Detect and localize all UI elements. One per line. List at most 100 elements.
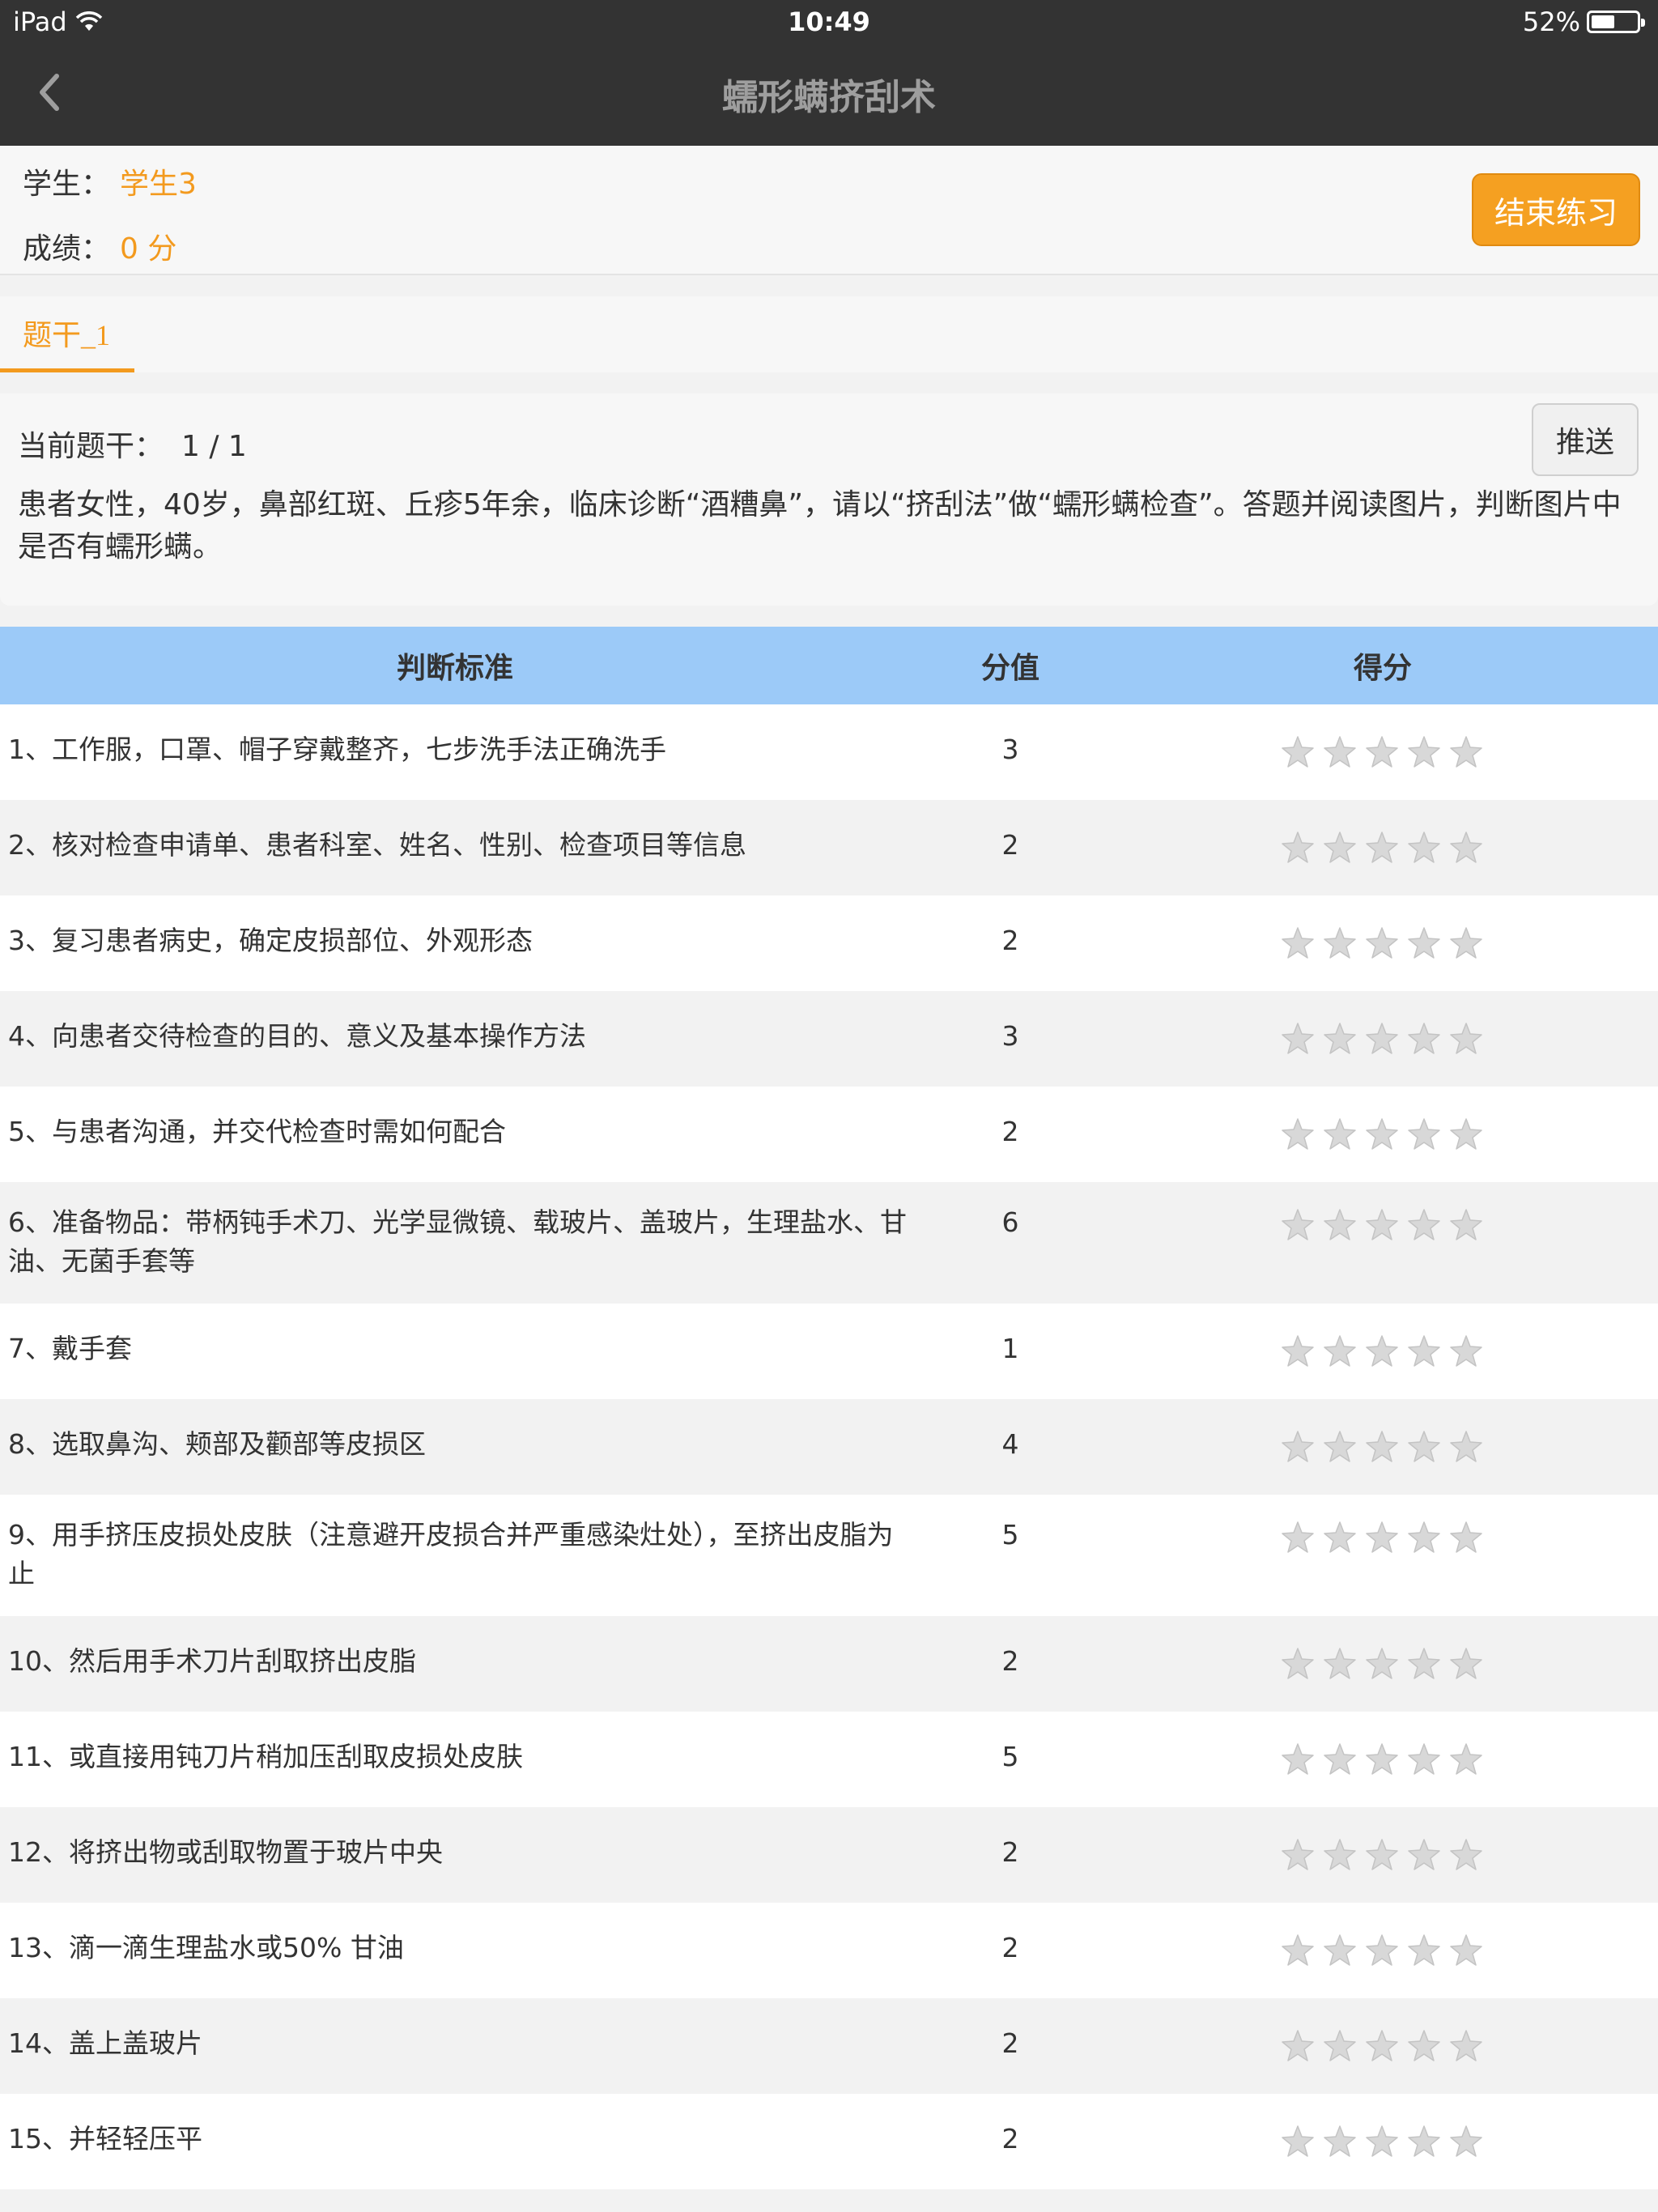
star-icon[interactable] xyxy=(1449,735,1483,769)
star-icon[interactable] xyxy=(1323,831,1357,865)
star-rating[interactable] xyxy=(1281,1933,1483,1967)
star-rating[interactable] xyxy=(1281,2029,1483,2063)
score-value: 2 xyxy=(1001,829,1019,861)
star-icon[interactable] xyxy=(1449,1742,1483,1776)
star-icon[interactable] xyxy=(1365,2029,1399,2063)
star-icon[interactable] xyxy=(1449,1430,1483,1464)
push-button[interactable]: 推送 xyxy=(1532,403,1639,476)
star-icon[interactable] xyxy=(1407,735,1441,769)
star-icon[interactable] xyxy=(1323,1933,1357,1967)
star-icon[interactable] xyxy=(1449,1838,1483,1872)
star-rating[interactable] xyxy=(1281,926,1483,960)
star-icon[interactable] xyxy=(1407,1933,1441,1967)
star-icon[interactable] xyxy=(1407,1022,1441,1056)
star-icon[interactable] xyxy=(1365,1208,1399,1242)
star-icon[interactable] xyxy=(1449,2125,1483,2159)
star-icon[interactable] xyxy=(1323,2029,1357,2063)
star-icon[interactable] xyxy=(1281,1208,1315,1242)
current-question-row: 当前题干： 1 / 1 xyxy=(18,423,247,465)
star-icon[interactable] xyxy=(1365,831,1399,865)
star-icon[interactable] xyxy=(1281,1117,1315,1151)
star-rating[interactable] xyxy=(1281,2125,1483,2159)
star-icon[interactable] xyxy=(1407,2125,1441,2159)
star-icon[interactable] xyxy=(1281,1838,1315,1872)
star-icon[interactable] xyxy=(1323,735,1357,769)
star-rating[interactable] xyxy=(1281,1430,1483,1464)
star-icon[interactable] xyxy=(1323,1334,1357,1368)
star-icon[interactable] xyxy=(1323,1521,1357,1555)
star-icon[interactable] xyxy=(1323,926,1357,960)
star-rating[interactable] xyxy=(1281,735,1483,769)
star-icon[interactable] xyxy=(1281,1521,1315,1555)
star-icon[interactable] xyxy=(1281,926,1315,960)
star-icon[interactable] xyxy=(1323,1742,1357,1776)
star-icon[interactable] xyxy=(1365,2125,1399,2159)
star-icon[interactable] xyxy=(1407,1334,1441,1368)
star-icon[interactable] xyxy=(1365,1933,1399,1967)
star-icon[interactable] xyxy=(1365,1521,1399,1555)
star-icon[interactable] xyxy=(1323,1022,1357,1056)
star-rating[interactable] xyxy=(1281,1334,1483,1368)
criterion-text: 6、准备物品：带柄钝手术刀、光学显微镜、载玻片、盖玻片，生理盐水、甘油、无菌手套… xyxy=(8,1206,907,1277)
star-icon[interactable] xyxy=(1281,1022,1315,1056)
star-icon[interactable] xyxy=(1323,1208,1357,1242)
star-rating[interactable] xyxy=(1281,1208,1483,1242)
star-icon[interactable] xyxy=(1449,831,1483,865)
end-practice-button[interactable]: 结束练习 xyxy=(1472,173,1640,246)
star-icon[interactable] xyxy=(1323,1838,1357,1872)
star-rating[interactable] xyxy=(1281,1838,1483,1872)
star-rating[interactable] xyxy=(1281,1521,1483,1555)
star-rating[interactable] xyxy=(1281,831,1483,865)
star-rating[interactable] xyxy=(1281,1022,1483,1056)
tab-question-1[interactable]: 题干_1 xyxy=(0,296,134,372)
star-icon[interactable] xyxy=(1407,1430,1441,1464)
star-icon[interactable] xyxy=(1407,926,1441,960)
star-icon[interactable] xyxy=(1407,831,1441,865)
star-icon[interactable] xyxy=(1407,2029,1441,2063)
star-icon[interactable] xyxy=(1449,2029,1483,2063)
star-icon[interactable] xyxy=(1323,2125,1357,2159)
star-icon[interactable] xyxy=(1365,926,1399,960)
star-icon[interactable] xyxy=(1323,1647,1357,1681)
star-icon[interactable] xyxy=(1281,1334,1315,1368)
star-icon[interactable] xyxy=(1449,926,1483,960)
star-icon[interactable] xyxy=(1281,1430,1315,1464)
star-icon[interactable] xyxy=(1365,1838,1399,1872)
star-icon[interactable] xyxy=(1449,1647,1483,1681)
criterion-text: 11、或直接用钝刀片稍加压刮取皮损处皮肤 xyxy=(8,1741,523,1772)
star-icon[interactable] xyxy=(1365,1647,1399,1681)
star-icon[interactable] xyxy=(1407,1838,1441,1872)
star-icon[interactable] xyxy=(1365,1742,1399,1776)
star-icon[interactable] xyxy=(1365,1430,1399,1464)
star-icon[interactable] xyxy=(1323,1430,1357,1464)
star-icon[interactable] xyxy=(1449,1933,1483,1967)
star-icon[interactable] xyxy=(1449,1334,1483,1368)
star-icon[interactable] xyxy=(1365,735,1399,769)
star-rating[interactable] xyxy=(1281,1117,1483,1151)
star-icon[interactable] xyxy=(1449,1022,1483,1056)
star-icon[interactable] xyxy=(1281,1742,1315,1776)
table-row: 4、向患者交待检查的目的、意义及基本操作方法 3 xyxy=(0,991,1658,1087)
criterion-text: 12、将挤出物或刮取物置于玻片中央 xyxy=(8,1836,443,1868)
star-icon[interactable] xyxy=(1323,1117,1357,1151)
star-icon[interactable] xyxy=(1365,1334,1399,1368)
star-icon[interactable] xyxy=(1281,1647,1315,1681)
star-icon[interactable] xyxy=(1407,1521,1441,1555)
star-icon[interactable] xyxy=(1281,2029,1315,2063)
star-icon[interactable] xyxy=(1281,831,1315,865)
star-rating[interactable] xyxy=(1281,1647,1483,1681)
star-icon[interactable] xyxy=(1407,1208,1441,1242)
star-icon[interactable] xyxy=(1449,1117,1483,1151)
star-icon[interactable] xyxy=(1281,1933,1315,1967)
star-icon[interactable] xyxy=(1449,1208,1483,1242)
top-bar: iPad 10:49 52% 蠕形螨挤刮术 xyxy=(0,0,1658,146)
star-icon[interactable] xyxy=(1281,2125,1315,2159)
star-icon[interactable] xyxy=(1407,1742,1441,1776)
star-icon[interactable] xyxy=(1407,1117,1441,1151)
star-icon[interactable] xyxy=(1365,1117,1399,1151)
star-rating[interactable] xyxy=(1281,1742,1483,1776)
star-icon[interactable] xyxy=(1281,735,1315,769)
star-icon[interactable] xyxy=(1449,1521,1483,1555)
star-icon[interactable] xyxy=(1365,1022,1399,1056)
star-icon[interactable] xyxy=(1407,1647,1441,1681)
